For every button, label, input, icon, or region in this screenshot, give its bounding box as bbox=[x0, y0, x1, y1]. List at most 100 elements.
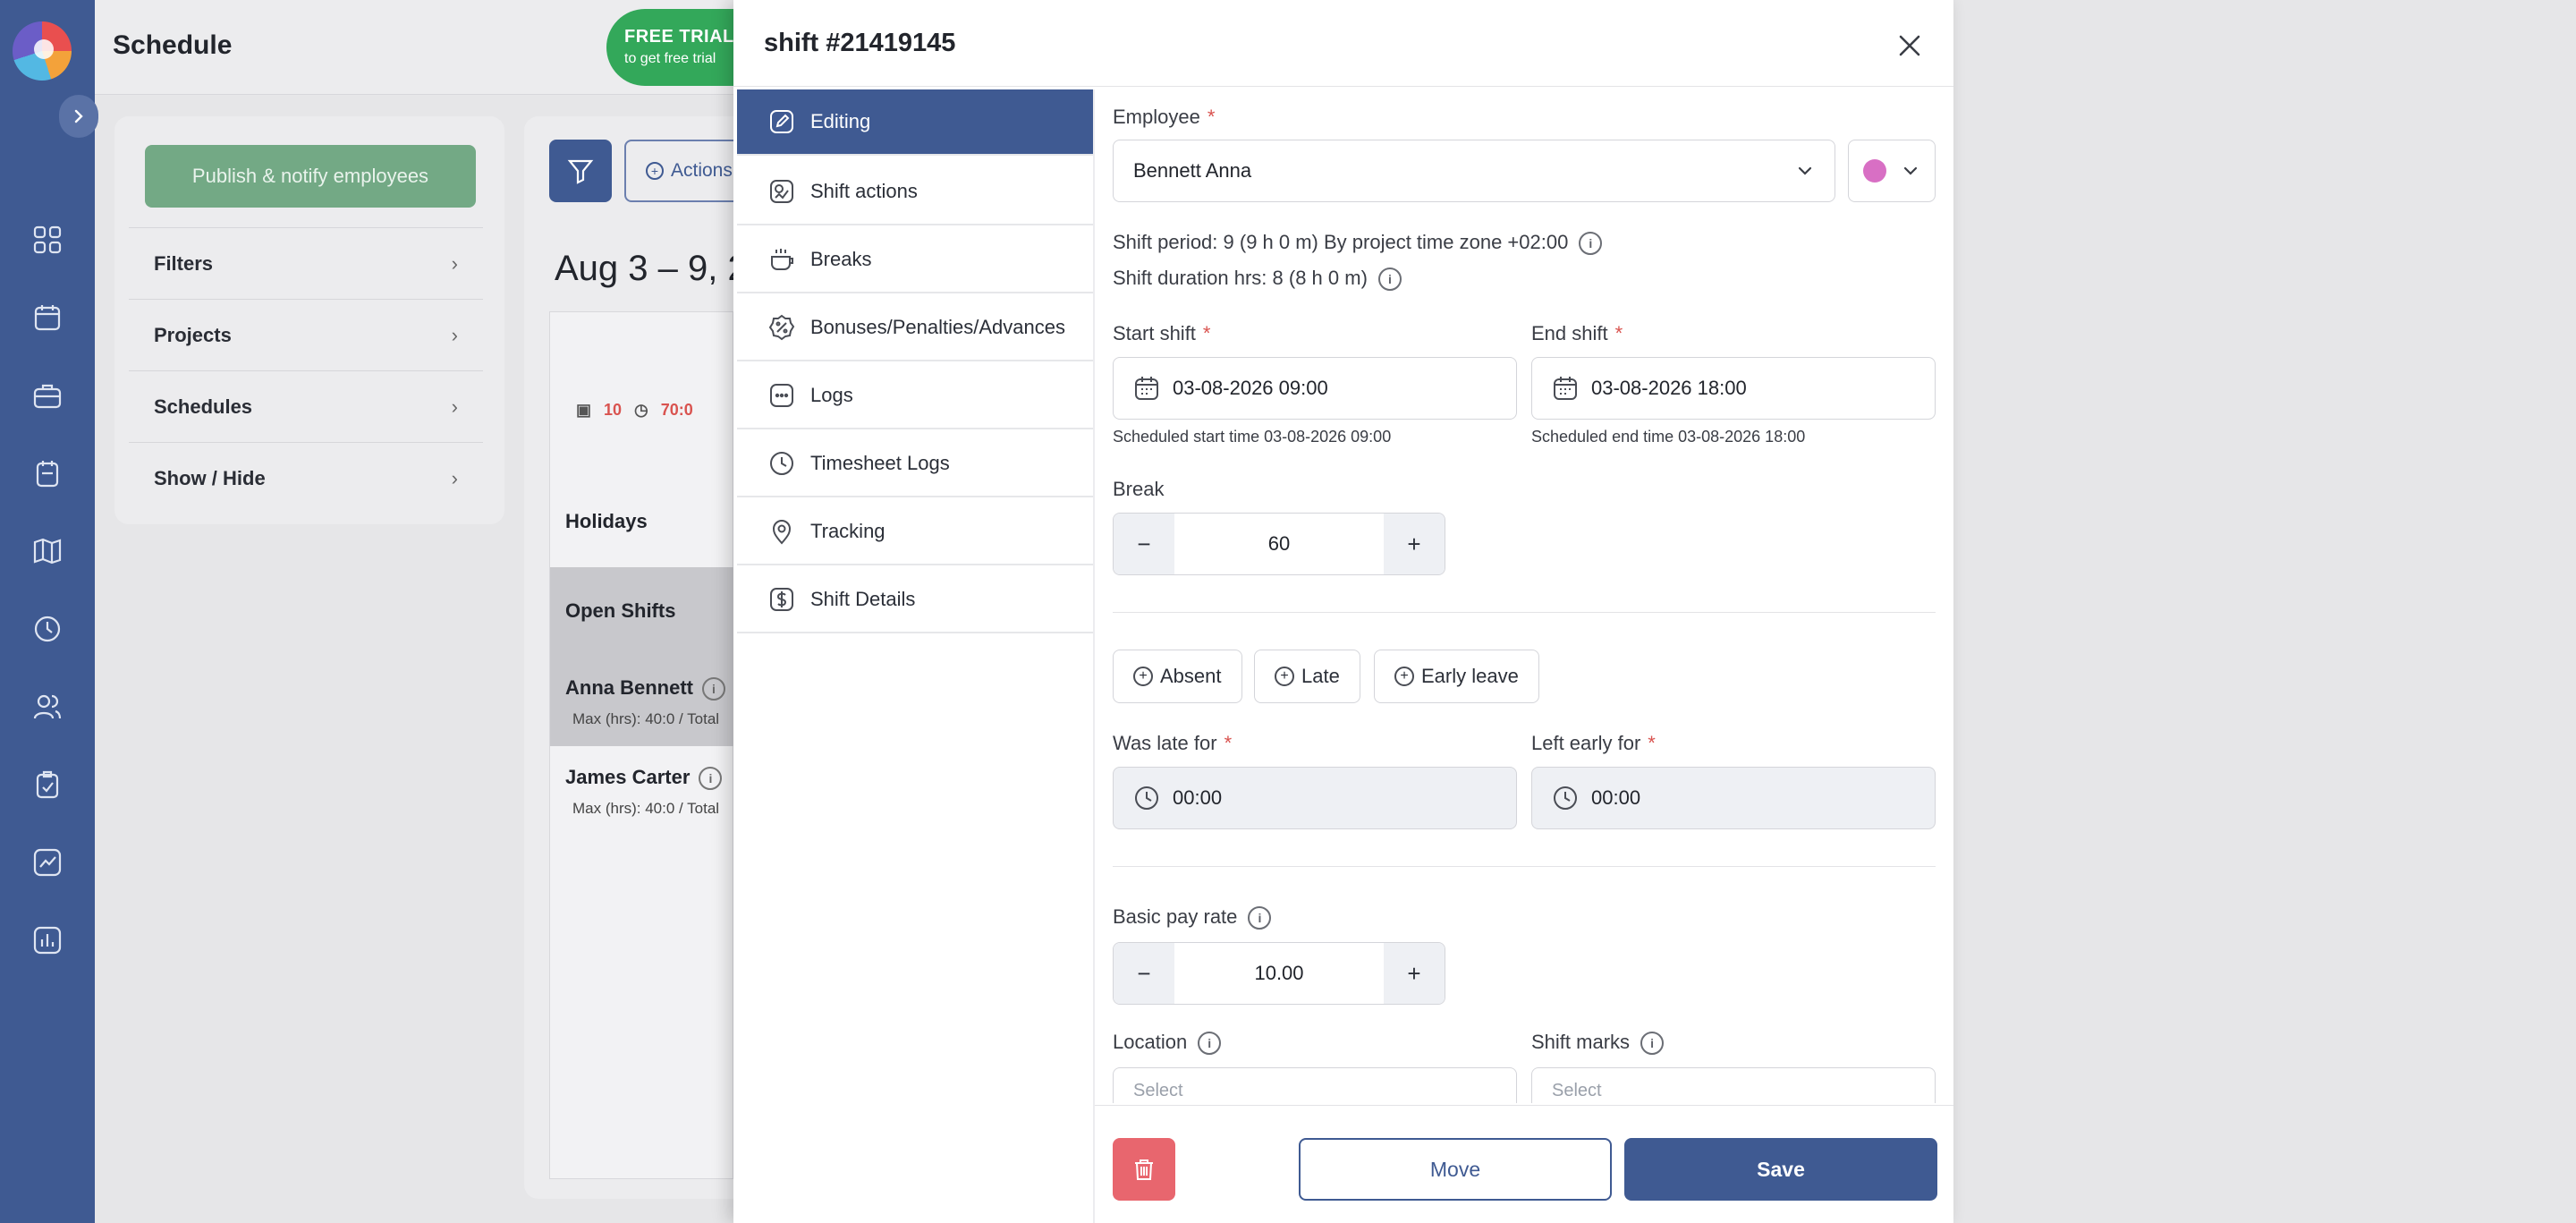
break-value[interactable]: 60 bbox=[1174, 514, 1384, 574]
location-select[interactable]: Select bbox=[1113, 1067, 1517, 1103]
shift-marks-label: Shift marks i bbox=[1531, 1031, 1665, 1056]
left-early-input[interactable]: 00:00 bbox=[1531, 767, 1936, 829]
menu-item-bonuses[interactable]: Bonuses/Penalties/Advances bbox=[737, 295, 1093, 361]
schedules-label: Schedules bbox=[154, 395, 253, 418]
nav-tasks[interactable] bbox=[25, 762, 70, 807]
plus-circle-icon: + bbox=[1275, 667, 1294, 686]
end-shift-input[interactable]: 03-08-2026 18:00 bbox=[1531, 357, 1936, 420]
info-icon[interactable]: i bbox=[1198, 1032, 1222, 1056]
filters-row[interactable]: Filters › bbox=[129, 227, 483, 299]
close-button[interactable] bbox=[1887, 23, 1932, 68]
menu-item-label: Breaks bbox=[810, 248, 872, 270]
color-picker[interactable] bbox=[1848, 140, 1936, 202]
info-icon[interactable]: i bbox=[1248, 906, 1272, 930]
nav-map[interactable] bbox=[25, 529, 70, 573]
menu-item-logs[interactable]: Logs bbox=[737, 363, 1093, 429]
location-pin-icon bbox=[767, 517, 796, 546]
employee-select[interactable]: Bennett Anna bbox=[1113, 140, 1835, 202]
shift-marks-placeholder: Select bbox=[1552, 1081, 1602, 1100]
start-shift-input[interactable]: 03-08-2026 09:00 bbox=[1113, 357, 1517, 420]
was-late-value: 00:00 bbox=[1173, 786, 1223, 809]
nav-clipboard[interactable] bbox=[25, 451, 70, 496]
stat-hours: 70:0 bbox=[660, 401, 693, 419]
pay-rate-decrement-button[interactable]: − bbox=[1114, 943, 1174, 1004]
menu-item-editing[interactable]: Editing bbox=[737, 89, 1093, 156]
employee-select-value: Bennett Anna bbox=[1133, 159, 1252, 182]
menu-divider bbox=[1093, 89, 1095, 1223]
sidebar-expand-button[interactable] bbox=[59, 95, 98, 138]
save-button[interactable]: Save bbox=[1624, 1138, 1937, 1201]
shift-period: Shift period: 9 (9 h 0 m) By project tim… bbox=[1113, 231, 1603, 256]
dollar-icon bbox=[767, 585, 796, 614]
calendar-icon bbox=[1554, 377, 1577, 400]
break-increment-button[interactable]: + bbox=[1384, 514, 1445, 574]
logs-icon bbox=[767, 381, 796, 410]
info-icon[interactable]: i bbox=[1579, 232, 1603, 256]
nav-calendar[interactable] bbox=[25, 295, 70, 340]
shift-duration: Shift duration hrs: 8 (8 h 0 m) i bbox=[1113, 267, 1402, 292]
pay-rate-stepper: − 10.00 + bbox=[1113, 942, 1445, 1005]
nav-clock[interactable] bbox=[25, 607, 70, 651]
delete-shift-button[interactable] bbox=[1113, 1138, 1175, 1201]
publish-notify-button[interactable]: Publish & notify employees bbox=[145, 145, 476, 208]
projects-row[interactable]: Projects › bbox=[129, 299, 483, 370]
end-shift-hint: Scheduled end time 03-08-2026 18:00 bbox=[1531, 428, 1806, 446]
early-leave-button[interactable]: + Early leave bbox=[1374, 650, 1539, 703]
filters-label: Filters bbox=[154, 251, 214, 275]
menu-item-breaks[interactable]: Breaks bbox=[737, 227, 1093, 293]
nav-dashboard[interactable] bbox=[25, 217, 70, 262]
shift-marks-select[interactable]: Select bbox=[1531, 1067, 1936, 1103]
break-decrement-button[interactable]: − bbox=[1114, 514, 1174, 574]
nav-analytics[interactable] bbox=[25, 840, 70, 885]
nav-briefcase[interactable] bbox=[25, 373, 70, 418]
menu-item-shift-details[interactable]: Shift Details bbox=[737, 567, 1093, 633]
late-button[interactable]: + Late bbox=[1254, 650, 1360, 703]
dashboard-icon bbox=[33, 225, 62, 254]
move-button[interactable]: Move bbox=[1299, 1138, 1612, 1201]
app-logo[interactable] bbox=[13, 21, 72, 81]
color-dot bbox=[1863, 159, 1886, 183]
clock-icon bbox=[34, 616, 61, 642]
pay-rate-increment-button[interactable]: + bbox=[1384, 943, 1445, 1004]
absent-button[interactable]: + Absent bbox=[1113, 650, 1242, 703]
menu-item-label: Shift actions bbox=[810, 180, 918, 202]
chart-icon bbox=[33, 848, 62, 877]
break-stepper: − 60 + bbox=[1113, 513, 1445, 575]
menu-item-shift-actions[interactable]: Shift actions bbox=[737, 159, 1093, 225]
chevron-down-icon bbox=[1903, 166, 1918, 175]
clipboard-icon bbox=[36, 461, 59, 488]
actions-label: Actions bbox=[671, 160, 733, 181]
reports-icon bbox=[33, 926, 62, 955]
info-icon[interactable]: i bbox=[1377, 268, 1402, 292]
chevron-right-icon: › bbox=[451, 251, 458, 275]
date-range: Aug 3 – 9, 2026 bbox=[555, 249, 733, 288]
pay-rate-value[interactable]: 10.00 bbox=[1174, 943, 1384, 1004]
start-shift-label: Start shift * bbox=[1113, 322, 1211, 344]
info-icon[interactable]: i bbox=[702, 677, 725, 701]
start-shift-hint: Scheduled start time 03-08-2026 09:00 bbox=[1113, 428, 1392, 446]
filter-toggle-button[interactable] bbox=[549, 140, 612, 202]
show-hide-row[interactable]: Show / Hide › bbox=[129, 442, 483, 514]
stat-shifts: 10 bbox=[604, 401, 623, 419]
close-icon bbox=[1899, 35, 1920, 56]
was-late-input[interactable]: 00:00 bbox=[1113, 767, 1517, 829]
free-trial-badge[interactable]: FREE TRIAL to get free trial bbox=[606, 9, 741, 86]
actions-button[interactable]: + Actions bbox=[624, 140, 741, 202]
schedules-row[interactable]: Schedules › bbox=[129, 370, 483, 442]
clock-icon bbox=[1135, 786, 1158, 810]
trash-icon bbox=[1135, 1159, 1153, 1180]
menu-item-tracking[interactable]: Tracking bbox=[737, 499, 1093, 565]
left-early-value: 00:00 bbox=[1591, 786, 1641, 809]
pay-rate-label: Basic pay rate i bbox=[1113, 905, 1272, 930]
employee-row-anna[interactable] bbox=[550, 657, 733, 746]
chevron-right-icon: › bbox=[451, 466, 458, 489]
info-icon[interactable]: i bbox=[1640, 1032, 1665, 1056]
nav-reports[interactable] bbox=[25, 918, 70, 963]
menu-item-timesheet-logs[interactable]: Timesheet Logs bbox=[737, 431, 1093, 497]
nav-users[interactable] bbox=[25, 684, 70, 729]
start-shift-value: 03-08-2026 09:00 bbox=[1173, 377, 1328, 399]
holidays-row-label: Holidays bbox=[565, 510, 648, 532]
info-icon[interactable]: i bbox=[699, 767, 723, 791]
left-early-label: Left early for * bbox=[1531, 732, 1656, 754]
clock-icon: ◷ bbox=[634, 401, 648, 419]
